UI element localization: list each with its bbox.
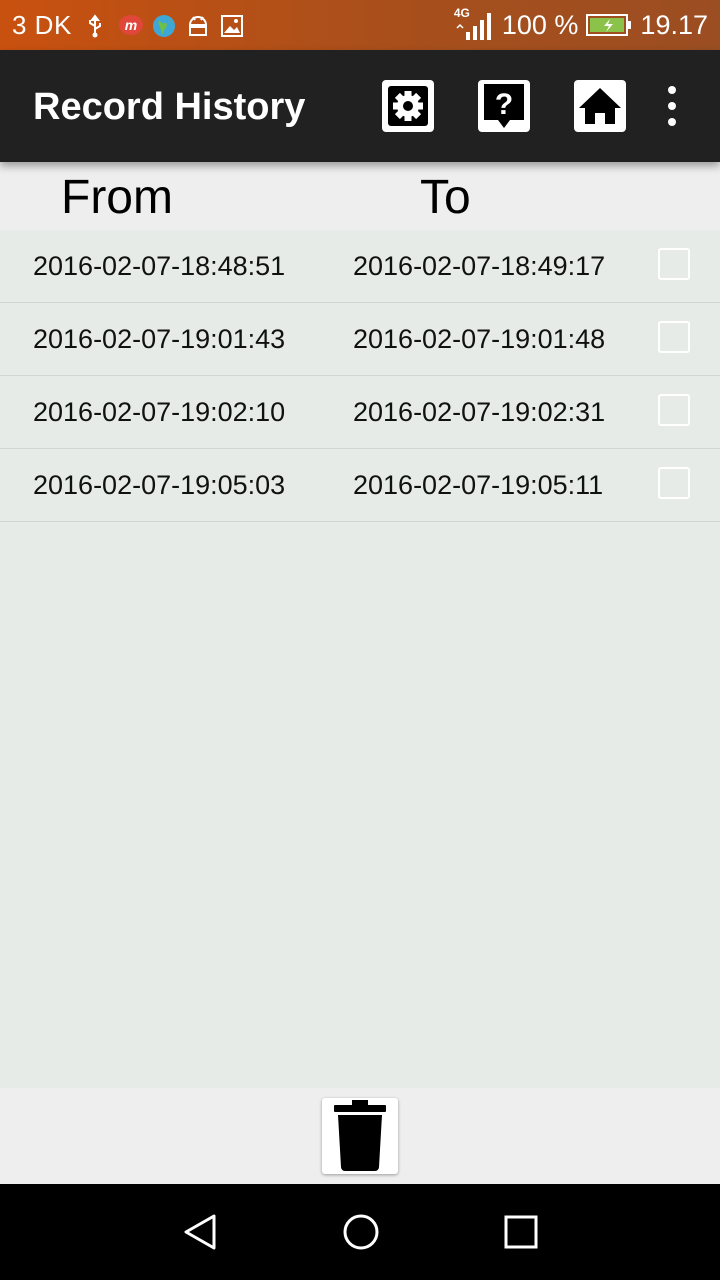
help-button[interactable]: ? xyxy=(478,80,530,132)
clock: 19.17 xyxy=(640,9,708,40)
from-time: 2016-02-07-19:02:10 xyxy=(33,397,286,427)
signal-icon: 4G xyxy=(454,6,494,42)
status-bar: 3 DK m 4G 100 % 19.17 xyxy=(0,0,720,50)
image-icon xyxy=(220,14,243,37)
recents-icon xyxy=(501,1212,541,1252)
back-icon xyxy=(180,1212,220,1252)
usb-icon xyxy=(84,14,106,38)
to-time: 2016-02-07-19:05:11 xyxy=(353,470,604,500)
home-circle-icon xyxy=(341,1212,381,1252)
table-row[interactable]: 2016-02-07-18:48:51 2016-02-07-18:49:17 xyxy=(0,230,720,303)
android-icon xyxy=(186,14,208,36)
table-row[interactable]: 2016-02-07-19:01:43 2016-02-07-19:01:48 xyxy=(0,303,720,376)
overflow-dot xyxy=(668,86,676,94)
to-time: 2016-02-07-18:49:17 xyxy=(353,251,606,281)
svg-text:?: ? xyxy=(495,88,513,121)
settings-icon xyxy=(386,84,430,128)
from-time: 2016-02-07-19:01:43 xyxy=(33,324,286,354)
header-from: From xyxy=(61,171,173,224)
from-time: 2016-02-07-19:05:03 xyxy=(33,470,286,500)
row-checkbox[interactable] xyxy=(658,394,690,426)
row-checkbox[interactable] xyxy=(658,248,690,280)
bottom-action-bar xyxy=(0,1088,720,1184)
to-time: 2016-02-07-19:01:48 xyxy=(353,324,606,354)
recents-button[interactable] xyxy=(501,1212,541,1252)
home-button[interactable] xyxy=(574,80,626,132)
trash-icon xyxy=(332,1100,388,1172)
settings-button[interactable] xyxy=(382,80,434,132)
overflow-dot xyxy=(668,118,676,126)
overflow-dot xyxy=(668,102,676,110)
m-app-icon: m xyxy=(118,14,143,36)
svg-text:m: m xyxy=(125,17,137,33)
overflow-menu-button[interactable] xyxy=(660,86,684,126)
page-title: Record History xyxy=(33,86,306,128)
home-icon xyxy=(577,86,623,126)
home-nav-button[interactable] xyxy=(341,1212,381,1252)
header-to: To xyxy=(420,171,471,224)
back-button[interactable] xyxy=(180,1212,220,1252)
row-checkbox[interactable] xyxy=(658,467,690,499)
battery-percentage: 100 % xyxy=(501,9,579,40)
battery-icon xyxy=(586,13,632,37)
table-row[interactable]: 2016-02-07-19:05:03 2016-02-07-19:05:11 xyxy=(0,449,720,522)
app-bar: Record History ? xyxy=(0,50,720,162)
record-list: 2016-02-07-18:48:51 2016-02-07-18:49:17 … xyxy=(0,230,720,522)
globe-icon xyxy=(152,14,175,37)
from-time: 2016-02-07-18:48:51 xyxy=(33,251,286,281)
table-row[interactable]: 2016-02-07-19:02:10 2016-02-07-19:02:31 xyxy=(0,376,720,449)
delete-button[interactable] xyxy=(322,1098,398,1174)
carrier-label: 3 DK xyxy=(12,9,72,40)
help-icon: ? xyxy=(482,82,526,130)
to-time: 2016-02-07-19:02:31 xyxy=(353,397,606,427)
column-header: From To xyxy=(0,162,720,230)
row-checkbox[interactable] xyxy=(658,321,690,353)
system-nav-bar xyxy=(0,1184,720,1280)
